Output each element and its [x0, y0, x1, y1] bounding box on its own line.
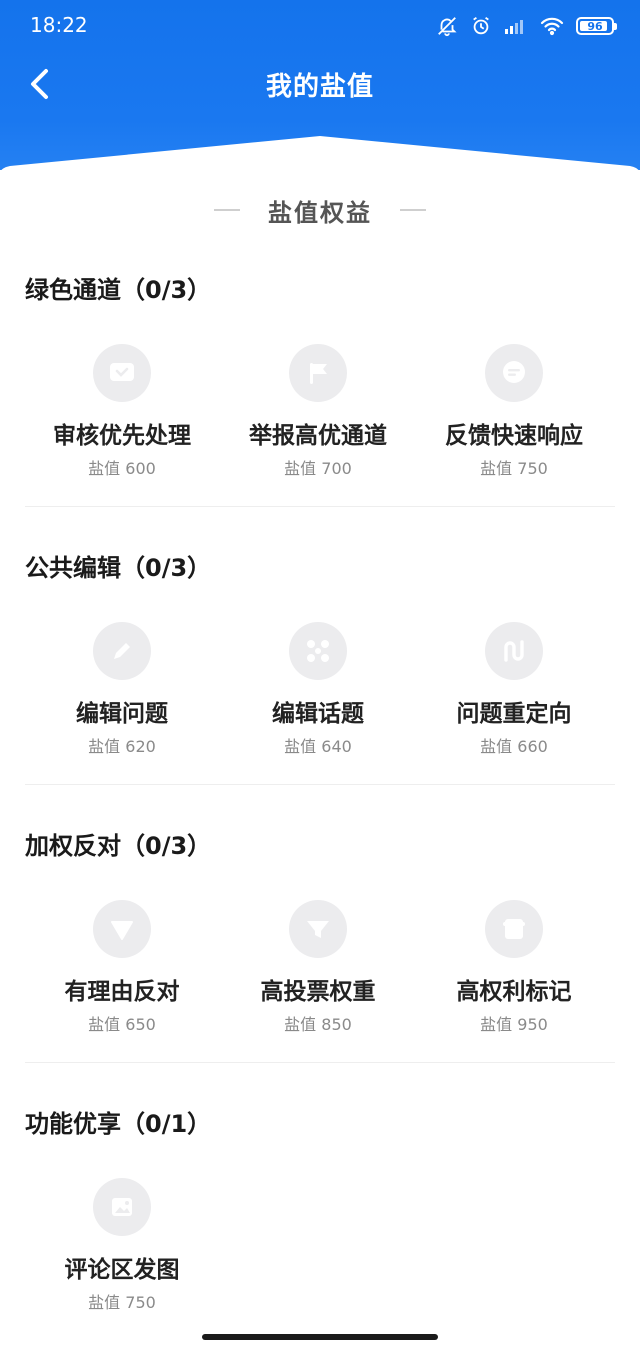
flag-icon: [289, 344, 347, 402]
benefit-label: 编辑问题: [76, 701, 168, 727]
home-indicator[interactable]: [202, 1334, 438, 1340]
redirect-icon: [485, 622, 543, 680]
benefit-value: 盐值 660: [480, 737, 548, 756]
benefit-item[interactable]: 问题重定向 盐值 660: [416, 622, 612, 757]
divider: [25, 784, 615, 785]
benefit-item[interactable]: 评论区发图 盐值 750: [24, 1178, 220, 1313]
wifi-icon: [540, 16, 564, 36]
chat-icon: [93, 344, 151, 402]
benefit-value: 盐值 640: [284, 737, 352, 756]
benefit-value: 盐值 950: [480, 1015, 548, 1034]
signal-icon: [504, 17, 528, 35]
group-title: 公共编辑（0/3）: [25, 554, 212, 582]
section-heading: 盐值权益: [0, 190, 640, 230]
benefit-value: 盐值 850: [284, 1015, 352, 1034]
battery-level: 96: [587, 19, 603, 33]
benefit-label: 评论区发图: [64, 1257, 180, 1283]
benefit-label: 高权利标记: [456, 979, 572, 1005]
page-title: 我的盐值: [265, 72, 374, 102]
benefit-item[interactable]: 编辑话题 盐值 640: [220, 622, 416, 757]
benefit-label: 编辑话题: [272, 701, 364, 727]
divider: [25, 506, 615, 507]
nav-header: 我的盐值: [0, 52, 640, 116]
image-icon: [93, 1178, 151, 1236]
divider: [25, 1062, 615, 1063]
benefit-label: 审核优先处理: [53, 423, 191, 449]
message-icon: [485, 344, 543, 402]
section-heading-text: 盐值权益: [268, 198, 372, 227]
benefit-value: 盐值 750: [88, 1293, 156, 1312]
benefit-item[interactable]: 举报高优通道 盐值 700: [220, 344, 416, 479]
benefit-item[interactable]: 审核优先处理 盐值 600: [24, 344, 220, 479]
alarm-icon: [470, 15, 492, 37]
status-icons: 96: [436, 12, 617, 40]
pencil-icon: [93, 622, 151, 680]
benefit-value: 盐值 600: [88, 459, 156, 478]
status-bar: 18:22 96: [0, 0, 640, 52]
funnel-icon: [289, 900, 347, 958]
triangle-down-icon: [93, 900, 151, 958]
benefit-item[interactable]: 反馈快速响应 盐值 750: [416, 344, 612, 479]
nodes-icon: [289, 622, 347, 680]
benefit-label: 高投票权重: [260, 979, 376, 1005]
group-title: 绿色通道（0/3）: [25, 276, 212, 304]
heading-dash-left: [214, 209, 240, 211]
group-title: 加权反对（0/3）: [25, 832, 212, 860]
benefit-value: 盐值 650: [88, 1015, 156, 1034]
benefit-item[interactable]: 编辑问题 盐值 620: [24, 622, 220, 757]
bell-muted-icon: [436, 15, 458, 37]
benefit-label: 反馈快速响应: [445, 423, 583, 449]
benefit-label: 举报高优通道: [249, 423, 387, 449]
benefit-label: 问题重定向: [456, 701, 572, 727]
benefit-value: 盐值 750: [480, 459, 548, 478]
benefit-item[interactable]: 有理由反对 盐值 650: [24, 900, 220, 1035]
benefit-item[interactable]: 高权利标记 盐值 950: [416, 900, 612, 1035]
benefit-value: 盐值 620: [88, 737, 156, 756]
benefit-item[interactable]: 高投票权重 盐值 850: [220, 900, 416, 1035]
status-time: 18:22: [30, 13, 88, 37]
heading-dash-right: [400, 209, 426, 211]
battery-icon: 96: [576, 17, 617, 35]
group-title: 功能优享（0/1）: [25, 1110, 212, 1138]
card-icon: [485, 900, 543, 958]
benefit-value: 盐值 700: [284, 459, 352, 478]
benefit-label: 有理由反对: [64, 979, 180, 1005]
